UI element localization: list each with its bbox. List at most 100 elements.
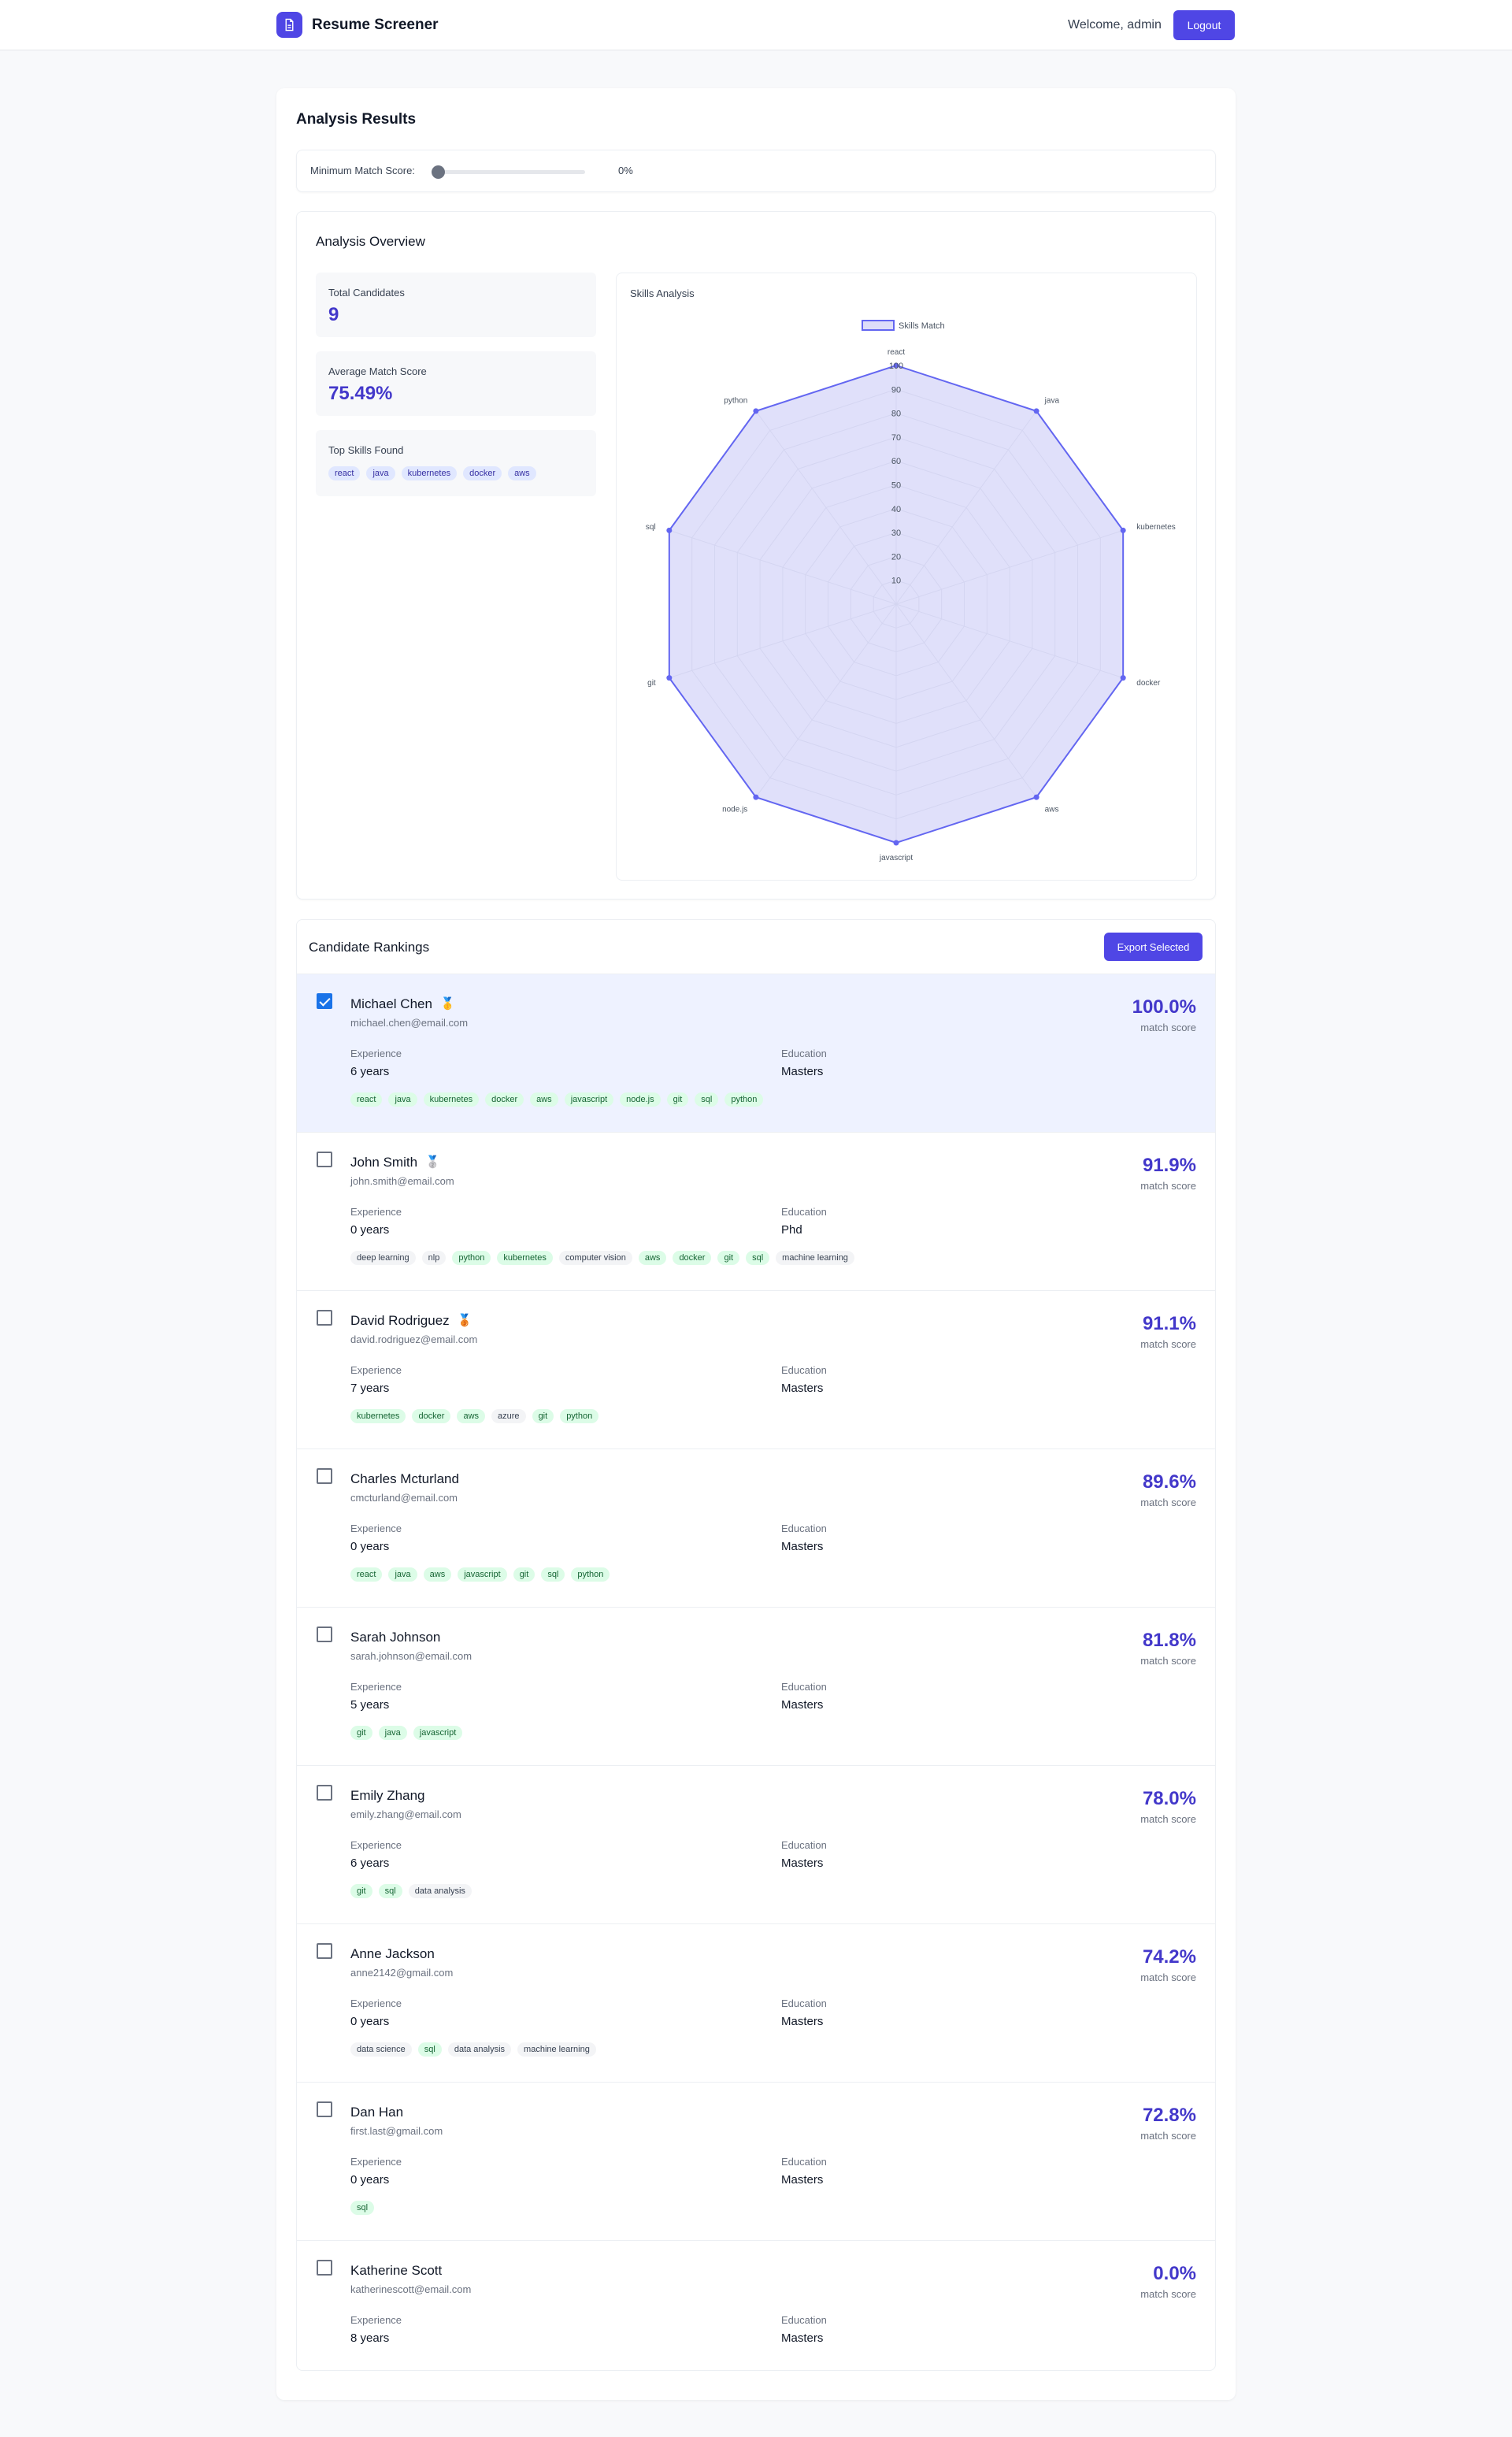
skill-tag: python: [452, 1251, 491, 1265]
top-skill-chip: docker: [463, 466, 502, 480]
medal-icon: 🥇: [439, 997, 455, 1011]
skill-tag: python: [571, 1567, 610, 1582]
select-candidate-checkbox[interactable]: [317, 2101, 332, 2117]
match-score-value: 81.8%: [1142, 1630, 1196, 1651]
candidate-skills: kubernetes docker aws azure git python: [350, 1409, 599, 1423]
average-score-value: 75.49%: [328, 383, 393, 404]
skill-tag: node.js: [620, 1092, 661, 1107]
candidate-row[interactable]: Sarah Johnson sarah.johnson@email.com Expe…: [297, 1607, 1215, 1765]
education-label: Education: [781, 1997, 827, 2009]
candidate-row[interactable]: Michael Chen 🥇 michael.chen@email.com Exper…: [297, 974, 1215, 1132]
export-selected-button[interactable]: Export Selected: [1104, 933, 1203, 961]
skill-tag: nlp: [421, 1251, 447, 1265]
skill-tag: aws: [457, 1409, 486, 1423]
match-score-label: match score: [1140, 1022, 1196, 1033]
education-label: Education: [781, 1206, 827, 1218]
skill-tag: git: [350, 1884, 372, 1898]
match-score-label: match score: [1140, 2130, 1196, 2142]
match-score-label: match score: [1140, 1338, 1196, 1350]
candidate-name-text: Charles Mcturland: [350, 1471, 459, 1486]
slider-thumb[interactable]: [432, 165, 445, 179]
experience-label: Experience: [350, 1997, 402, 2009]
skill-tag: kubernetes: [350, 1409, 406, 1423]
candidate-name: Charles Mcturland: [350, 1471, 459, 1487]
education-label: Education: [781, 1681, 827, 1693]
min-score-label: Minimum Match Score:: [310, 165, 415, 176]
experience-label: Experience: [350, 1048, 402, 1059]
select-candidate-checkbox[interactable]: [317, 1943, 332, 1959]
select-candidate-checkbox[interactable]: [317, 1310, 332, 1326]
page-title: Analysis Results: [296, 111, 417, 128]
skill-tag: javascript: [564, 1092, 614, 1107]
radar-tick-label: 50: [891, 481, 901, 491]
candidate-row[interactable]: Emily Zhang emily.zhang@email.com Experien…: [297, 1765, 1215, 1923]
experience-value: 0 years: [350, 2015, 390, 2028]
education-value: Phd: [781, 1223, 802, 1237]
candidate-row[interactable]: John Smith 🥈 john.smith@email.com Experienc…: [297, 1132, 1215, 1290]
select-candidate-checkbox[interactable]: [317, 1152, 332, 1167]
skill-tag: data analysis: [447, 2042, 512, 2057]
skill-tag: data analysis: [408, 1884, 472, 1898]
candidate-name-text: Emily Zhang: [350, 1788, 425, 1803]
candidate-row[interactable]: David Rodriguez 🥉 david.rodriguez@email.co…: [297, 1290, 1215, 1448]
candidate-row[interactable]: Katherine Scott katherinescott@email.com E…: [297, 2240, 1215, 2398]
experience-value: 8 years: [350, 2331, 390, 2345]
skill-tag: machine learning: [517, 2042, 596, 2057]
candidate-name: Michael Chen 🥇: [350, 996, 455, 1012]
skill-tag: kubernetes: [423, 1092, 480, 1107]
radar-data-point: [666, 527, 673, 533]
radar-category-label: java: [1044, 396, 1060, 405]
skill-tag: azure: [491, 1409, 526, 1423]
brand[interactable]: Resume Screener: [276, 12, 439, 38]
match-score-value: 78.0%: [1142, 1788, 1196, 1809]
radar-category-label: docker: [1136, 679, 1161, 688]
min-score-slider[interactable]: [432, 165, 585, 179]
min-score-value: 0%: [618, 165, 633, 176]
skill-tag: javascript: [458, 1567, 507, 1582]
candidate-name-text: David Rodriguez: [350, 1313, 450, 1328]
radar-data-point: [1120, 527, 1126, 533]
candidate-name-text: Michael Chen: [350, 996, 432, 1011]
logout-button[interactable]: Logout: [1173, 10, 1235, 40]
legend-label: Skills Match: [899, 321, 945, 331]
select-candidate-checkbox[interactable]: [317, 2260, 332, 2276]
radar-tick-label: 20: [891, 552, 901, 562]
candidate-row[interactable]: Dan Han first.last@gmail.com Experience 0 y…: [297, 2082, 1215, 2240]
radar-tick-label: 80: [891, 410, 901, 419]
select-candidate-checkbox[interactable]: [317, 1627, 332, 1642]
candidate-email: anne2142@gmail.com: [350, 1967, 454, 1979]
radar-category-label: javascript: [879, 854, 913, 862]
experience-value: 6 years: [350, 1856, 390, 1870]
radar-category-label: sql: [646, 523, 656, 532]
candidate-row[interactable]: Anne Jackson anne2142@gmail.com Experience…: [297, 1923, 1215, 2082]
document-icon: [276, 12, 302, 38]
skill-tag: docker: [485, 1092, 524, 1107]
experience-label: Experience: [350, 2156, 402, 2168]
select-candidate-checkbox[interactable]: [317, 1785, 332, 1801]
candidate-name: Dan Han: [350, 2105, 403, 2120]
skill-tag: aws: [530, 1092, 558, 1107]
select-candidate-checkbox[interactable]: [317, 1468, 332, 1484]
select-candidate-checkbox[interactable]: [317, 993, 332, 1009]
skill-tag: kubernetes: [497, 1251, 553, 1265]
experience-value: 0 years: [350, 1223, 390, 1237]
candidate-name: John Smith 🥈: [350, 1155, 440, 1170]
skill-tag: git: [350, 1726, 372, 1740]
radar-tick-label: 10: [891, 577, 901, 586]
legend-swatch: [862, 320, 895, 331]
radar-tick-label: 100: [889, 362, 903, 371]
match-score-label: match score: [1140, 2288, 1196, 2300]
education-value: Masters: [781, 1698, 824, 1712]
match-score-value: 74.2%: [1142, 1946, 1196, 1968]
candidate-email: cmcturland@email.com: [350, 1492, 458, 1504]
skill-tag: git: [532, 1409, 554, 1423]
education-label: Education: [781, 1839, 827, 1851]
candidate-row[interactable]: Charles Mcturland cmcturland@email.com Exp…: [297, 1448, 1215, 1607]
skill-tag: git: [513, 1567, 536, 1582]
experience-label: Experience: [350, 1206, 402, 1218]
education-label: Education: [781, 1048, 827, 1059]
skill-tag: sql: [417, 2042, 442, 2057]
radar-category-label: node.js: [722, 806, 747, 814]
match-score-value: 0.0%: [1153, 2263, 1196, 2284]
radar-data-point: [1033, 794, 1040, 800]
